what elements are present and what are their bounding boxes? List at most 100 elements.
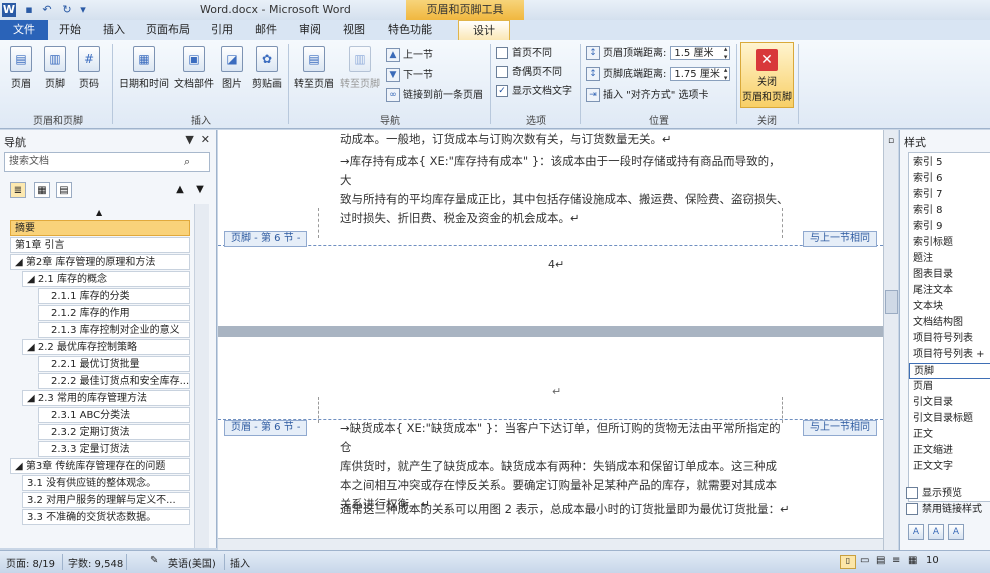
style-item[interactable]: 页眉 [913, 379, 933, 395]
paragraph[interactable]: 动成本。一般地，订货成本与订购次数有关，与订货数量无关。↵ [340, 130, 790, 149]
nav-heading-item[interactable]: ◢ 2.1 库存的概念 [22, 271, 190, 287]
tab-design[interactable]: 设计 [458, 20, 510, 40]
diff-first-page-checkbox[interactable]: 首页不同 [496, 46, 552, 62]
nav-pane-menu-icon[interactable]: ▼ [185, 133, 193, 146]
results-view-icon[interactable]: ▤ [56, 182, 72, 198]
nav-heading-item[interactable]: ◢ 2.2 最优库存控制策略 [22, 339, 190, 355]
nav-heading-item[interactable]: 2.3.2 定期订货法 [38, 424, 190, 440]
vertical-scrollbar[interactable]: ▫ [883, 130, 898, 550]
tab-mailings[interactable]: 邮件 [248, 20, 284, 40]
nav-heading-item[interactable]: 3.1 没有供应链的整体观念。 [22, 475, 190, 491]
document-area[interactable]: 动成本。一般地，订货成本与订购次数有关，与订货数量无关。↵ →库存持有成本{ X… [218, 130, 883, 538]
insert-align-tab-button[interactable]: ⇥ 插入 "对齐方式" 选项卡 [586, 88, 709, 104]
style-item[interactable]: 图表目录 [913, 267, 953, 283]
next-heading-icon[interactable]: ▼ [192, 182, 208, 198]
nav-pane-close-icon[interactable]: ✕ [201, 133, 210, 146]
style-item[interactable]: 正文缩进 [913, 443, 953, 459]
clipart-button[interactable]: ✿ 剪贴画 [250, 46, 284, 90]
nav-heading-item[interactable]: 2.1.3 库存控制对企业的意义 [38, 322, 190, 338]
headings-view-icon[interactable]: ≣ [10, 182, 26, 198]
new-style-icon[interactable]: A [908, 524, 924, 540]
nav-search-input[interactable]: 搜索文档 [4, 152, 210, 172]
tab-view[interactable]: 视图 [336, 20, 372, 40]
style-item[interactable]: 项目符号列表 [913, 331, 973, 347]
style-item[interactable]: 文本块 [913, 299, 943, 315]
paragraph[interactable]: 通常这三种成本的关系可以用图 2 表示，总成本最小时的订货批量即为最优订货批量：… [340, 500, 790, 519]
draft-view-icon[interactable]: ▦ [908, 555, 917, 566]
style-item[interactable]: 索引 6 [913, 171, 943, 187]
footer-button[interactable]: ▥ 页脚 [40, 46, 70, 90]
undo-icon[interactable]: ↶ [40, 3, 54, 17]
nav-heading-item[interactable]: 3.3 不准确的交货状态数据。 [22, 509, 190, 525]
nav-heading-item[interactable]: 2.3.3 定量订货法 [38, 441, 190, 457]
header-top-distance-input[interactable]: 1.5 厘米 [670, 45, 731, 61]
nav-heading-item[interactable]: 2.1.2 库存的作用 [38, 305, 190, 321]
nav-heading-item[interactable]: 2.1.1 库存的分类 [38, 288, 190, 304]
tab-featured[interactable]: 特色功能 [380, 20, 440, 40]
page-count[interactable]: 页面: 8/19 [6, 555, 55, 570]
prev-heading-icon[interactable]: ▲ [172, 182, 188, 198]
print-layout-icon[interactable]: ▯ [840, 555, 856, 569]
odd-even-checkbox[interactable]: 奇偶页不同 [496, 65, 562, 81]
nav-heading-item[interactable]: 3.2 对用户服务的理解与定义不... [22, 492, 190, 508]
disable-linked-styles-checkbox[interactable]: 禁用链接样式 [906, 503, 982, 517]
web-layout-icon[interactable]: ▤ [876, 555, 885, 566]
tab-insert[interactable]: 插入 [96, 20, 132, 40]
word-count[interactable]: 字数: 9,548 [68, 555, 123, 570]
nav-heading-item[interactable]: ◢ 第2章 库存管理的原理和方法 [10, 254, 190, 270]
page[interactable]: ↵ 页眉 - 第 6 节 - 与上一节相同 →缺货成本{ XE:"缺货成本" }… [218, 337, 883, 538]
scroll-thumb[interactable] [885, 290, 898, 314]
style-item[interactable]: 项目符号列表 + [913, 347, 985, 363]
search-icon[interactable]: ⌕ [184, 155, 200, 169]
show-doc-text-checkbox[interactable]: ✓ 显示文档文字 [496, 84, 572, 100]
style-item[interactable]: 题注 [913, 251, 933, 267]
redo-icon[interactable]: ↻ [60, 3, 74, 17]
page-number-field[interactable]: 4↵ [548, 258, 564, 271]
zoom-level[interactable]: 10 [926, 555, 939, 566]
nav-heading-item[interactable]: 2.3.1 ABC分类法 [38, 407, 190, 423]
date-time-button[interactable]: ▦ 日期和时间 [118, 46, 170, 90]
header-paragraph-mark[interactable]: ↵ [552, 385, 561, 398]
nav-heading-item[interactable]: 第1章 引言 [10, 237, 190, 253]
nav-heading-item[interactable]: 2.2.1 最优订货批量 [38, 356, 190, 372]
picture-button[interactable]: ◪ 图片 [218, 46, 246, 90]
tab-file[interactable]: 文件 [0, 20, 48, 40]
nav-heading-item[interactable]: 摘要 [10, 220, 190, 236]
paragraph[interactable]: →库存持有成本{ XE:"库存持有成本" }：该成本由于一段时存储或持有商品而导… [340, 152, 790, 228]
style-inspector-icon[interactable]: A [928, 524, 944, 540]
manage-styles-icon[interactable]: A [948, 524, 964, 540]
page-number-button[interactable]: # 页码 [74, 46, 104, 90]
doc-parts-button[interactable]: ▣ 文档部件 [172, 46, 216, 90]
spelling-check-icon[interactable]: ✎ [150, 555, 158, 566]
tab-home[interactable]: 开始 [52, 20, 88, 40]
footer-bottom-distance-input[interactable]: 1.75 厘米 [670, 66, 731, 82]
save-icon[interactable]: ▪ [22, 3, 36, 17]
style-item[interactable]: 索引 7 [913, 187, 943, 203]
pages-view-icon[interactable]: ▦ [34, 182, 50, 198]
nav-heading-item[interactable]: ◢ 第3章 传统库存管理存在的问题 [10, 458, 190, 474]
show-preview-checkbox[interactable]: 显示预览 [906, 487, 962, 501]
style-item[interactable]: 索引 5 [913, 155, 943, 171]
goto-header-button[interactable]: ▤ 转至页眉 [292, 46, 336, 90]
full-screen-view-icon[interactable]: ▭ [860, 555, 869, 566]
style-item[interactable]: 文档结构图 [913, 315, 963, 331]
style-item[interactable]: 索引 9 [913, 219, 943, 235]
customize-quick-access-icon[interactable]: ▾ [76, 3, 90, 17]
tab-page-layout[interactable]: 页面布局 [140, 20, 196, 40]
language-indicator[interactable]: 英语(美国) [168, 555, 216, 570]
link-previous-button[interactable]: ∞ 链接到前一条页眉 [386, 88, 483, 104]
page[interactable]: 动成本。一般地，订货成本与订购次数有关，与订货数量无关。↵ →库存持有成本{ X… [218, 130, 883, 326]
tab-review[interactable]: 审阅 [292, 20, 328, 40]
nav-heading-item[interactable]: 2.2.2 最佳订货点和安全库存... [38, 373, 190, 389]
insert-mode[interactable]: 插入 [230, 555, 250, 570]
style-item[interactable]: 引文目录标题 [913, 411, 973, 427]
style-item[interactable]: 引文目录 [913, 395, 953, 411]
nav-heading-item[interactable]: ◢ 2.3 常用的库存管理方法 [22, 390, 190, 406]
next-section-button[interactable]: ▼ 下一节 [386, 68, 433, 84]
tab-references[interactable]: 引用 [204, 20, 240, 40]
prev-section-button[interactable]: ▲ 上一节 [386, 48, 433, 64]
style-item[interactable]: 索引 8 [913, 203, 943, 219]
style-item[interactable]: 正文文字 [913, 459, 953, 475]
ruler-toggle-icon[interactable]: ▫ [885, 136, 897, 148]
style-item[interactable]: 页脚 [909, 363, 990, 379]
